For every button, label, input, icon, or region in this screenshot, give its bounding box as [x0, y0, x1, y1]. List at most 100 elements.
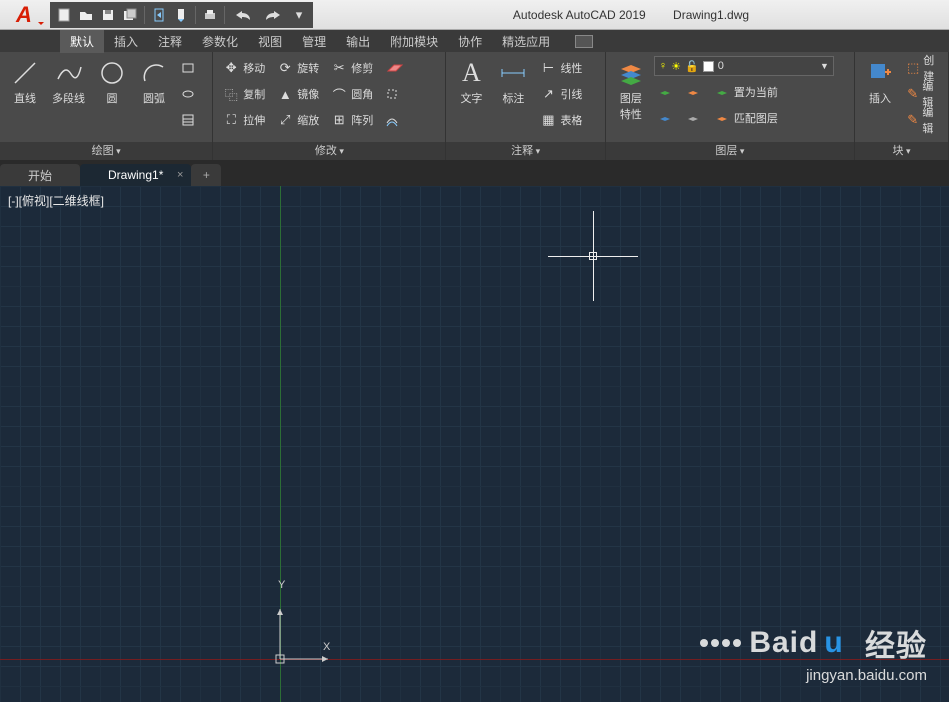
dim-button[interactable]: 标注: [494, 56, 532, 108]
new-tab-button[interactable]: +: [191, 164, 221, 186]
tab-annotate[interactable]: 注释: [148, 30, 192, 53]
stretch-button[interactable]: ⛶拉伸: [219, 108, 269, 132]
panel-annot-title[interactable]: 注释: [446, 142, 604, 160]
matchlayer-icon: [714, 110, 730, 126]
qat-print-icon[interactable]: [200, 5, 220, 25]
leader-label: 引线: [560, 86, 582, 102]
stretch-label: 拉伸: [243, 112, 265, 128]
panel-layers-title[interactable]: 图层: [606, 142, 854, 160]
move-icon: ✥: [223, 60, 239, 76]
qat-new-icon[interactable]: [54, 5, 74, 25]
setcurrent-icon: [714, 84, 730, 100]
table-icon: ▦: [540, 112, 556, 128]
close-tab-icon[interactable]: ×: [177, 169, 183, 181]
drawing-canvas[interactable]: [-][俯视][二维线框] Y X Baidu 经验 jingyan.baidu…: [0, 186, 949, 702]
tab-view[interactable]: 视图: [248, 30, 292, 53]
line-button[interactable]: 直线: [6, 56, 44, 108]
tab-start[interactable]: 开始: [0, 164, 80, 186]
separator: [224, 6, 225, 24]
setcurrent-button[interactable]: 置为当前: [710, 80, 782, 104]
copy-icon: ⿻: [223, 86, 239, 102]
qat-share-icon[interactable]: [149, 5, 169, 25]
fillet-label: 圆角: [351, 86, 373, 102]
bulb-icon: ♀: [659, 60, 667, 72]
ellipse-icon[interactable]: [177, 82, 199, 106]
pline-button[interactable]: 多段线: [48, 56, 89, 108]
panel-modify-title[interactable]: 修改: [213, 142, 445, 160]
layer-tool3-icon[interactable]: [682, 80, 704, 104]
viewport-label[interactable]: [-][俯视][二维线框]: [8, 192, 104, 209]
qat-open-icon[interactable]: [76, 5, 96, 25]
editattr-button[interactable]: ✎编辑: [903, 108, 942, 132]
fillet-icon: ⌒: [331, 86, 347, 102]
arc-label: 圆弧: [143, 90, 165, 106]
file-name: Drawing1.dwg: [673, 8, 749, 22]
layer-tool2-icon[interactable]: [654, 106, 676, 130]
qat-save-icon[interactable]: [98, 5, 118, 25]
chevron-down-icon: ▼: [820, 61, 829, 71]
document-tabs: 开始 Drawing1*× +: [0, 160, 949, 186]
rotate-label: 旋转: [297, 60, 319, 76]
copy-button[interactable]: ⿻复制: [219, 82, 269, 106]
ribbon: 直线 多段线 圆 圆弧 绘图 ✥移动 ⿻复制 ⛶拉伸 ⟳旋转 ▲镜像 ⤢缩放: [0, 52, 949, 160]
panel-modify: ✥移动 ⿻复制 ⛶拉伸 ⟳旋转 ▲镜像 ⤢缩放 ✂修剪 ⌒圆角 ⊞阵列 修改: [213, 52, 446, 160]
lock-icon: 🔓: [685, 60, 699, 73]
tab-addins[interactable]: 附加模块: [380, 30, 448, 53]
linear-button[interactable]: ⊢线性: [536, 56, 586, 80]
tab-drawing1[interactable]: Drawing1*×: [80, 164, 191, 186]
array-button[interactable]: ⊞阵列: [327, 108, 377, 132]
hatch-icon[interactable]: [177, 108, 199, 132]
setcur-label: 置为当前: [734, 84, 778, 100]
paw-icon: [700, 639, 741, 647]
qat-cloud-icon[interactable]: [171, 5, 191, 25]
window-title: Autodesk AutoCAD 2019 Drawing1.dwg: [313, 8, 949, 22]
fillet-button[interactable]: ⌒圆角: [327, 82, 377, 106]
text-button[interactable]: A文字: [452, 56, 490, 108]
insert-button[interactable]: 插入: [861, 56, 899, 108]
trim-button[interactable]: ✂修剪: [327, 56, 377, 80]
matchlayer-button[interactable]: 匹配图层: [710, 106, 782, 130]
tab-manage[interactable]: 管理: [292, 30, 336, 53]
move-button[interactable]: ✥移动: [219, 56, 269, 80]
rect-icon[interactable]: [177, 56, 199, 80]
mirror-button[interactable]: ▲镜像: [273, 82, 323, 106]
circle-button[interactable]: 圆: [93, 56, 131, 108]
layer-name: 0: [718, 60, 724, 72]
offset-icon[interactable]: [381, 108, 409, 132]
layer-tool1-icon[interactable]: [654, 80, 676, 104]
layer-dropdown[interactable]: ♀ ☀ 🔓 0 ▼: [654, 56, 834, 76]
ribbon-options-icon[interactable]: [575, 35, 593, 48]
panel-draw: 直线 多段线 圆 圆弧 绘图: [0, 52, 213, 160]
scale-button[interactable]: ⤢缩放: [273, 108, 323, 132]
panel-block-title[interactable]: 块: [855, 142, 948, 160]
panel-draw-title[interactable]: 绘图: [0, 142, 212, 160]
rotate-icon: ⟳: [277, 60, 293, 76]
table-button[interactable]: ▦表格: [536, 108, 586, 132]
qat-saveall-icon[interactable]: [120, 5, 140, 25]
arc-button[interactable]: 圆弧: [135, 56, 173, 108]
tab-parametric[interactable]: 参数化: [192, 30, 248, 53]
line-label: 直线: [14, 90, 36, 106]
layer-color-swatch: [703, 61, 714, 72]
linear-icon: ⊢: [540, 60, 556, 76]
ribbon-tabs: 默认 插入 注释 参数化 视图 管理 输出 附加模块 协作 精选应用: [0, 30, 949, 52]
explode-icon[interactable]: [381, 82, 409, 106]
tab-output[interactable]: 输出: [336, 30, 380, 53]
leader-button[interactable]: ↗引线: [536, 82, 586, 106]
rotate-button[interactable]: ⟳旋转: [273, 56, 323, 80]
match-label: 匹配图层: [734, 110, 778, 126]
scale-icon: ⤢: [277, 112, 293, 128]
tab-collab[interactable]: 协作: [448, 30, 492, 53]
create-block-button[interactable]: ⬚创建: [903, 56, 942, 80]
tab-default[interactable]: 默认: [60, 30, 104, 53]
qat-redo-icon[interactable]: [259, 5, 287, 25]
erase-icon[interactable]: [381, 56, 409, 80]
qat-dropdown-icon[interactable]: ▾: [289, 5, 309, 25]
app-menu-button[interactable]: A: [0, 0, 48, 30]
edit-block-button[interactable]: ✎编辑: [903, 82, 942, 106]
tab-featured[interactable]: 精选应用: [492, 30, 560, 53]
layer-props-button[interactable]: 图层 特性: [612, 56, 650, 124]
layer-tool4-icon[interactable]: [682, 106, 704, 130]
tab-insert[interactable]: 插入: [104, 30, 148, 53]
qat-undo-icon[interactable]: [229, 5, 257, 25]
